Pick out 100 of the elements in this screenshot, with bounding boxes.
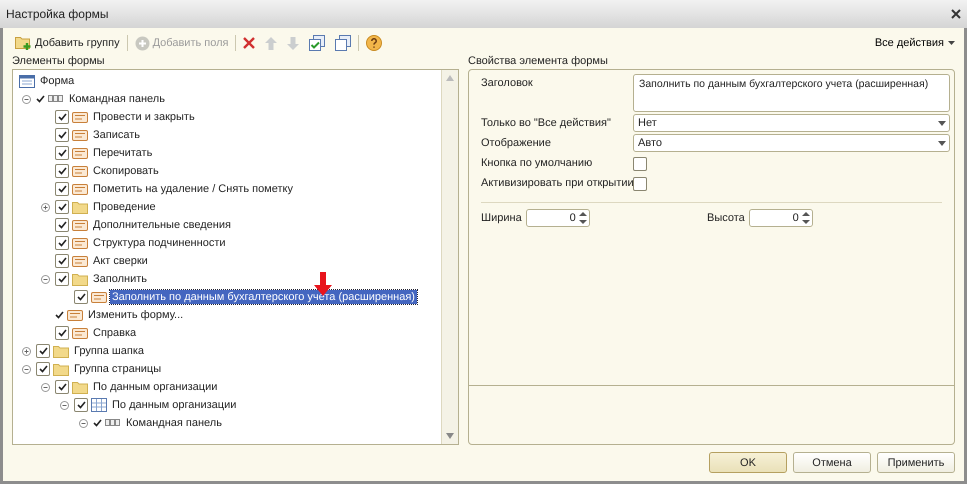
checkbox[interactable] (55, 380, 69, 394)
checkmark-icon (58, 113, 66, 121)
collapse-icon[interactable] (40, 274, 50, 284)
caret-icon (948, 41, 955, 45)
check-icon[interactable] (55, 311, 64, 319)
command-icon (72, 220, 88, 230)
check-icon[interactable] (36, 95, 45, 103)
dialog-button[interactable]: Применить (877, 452, 955, 473)
command-icon (72, 256, 88, 266)
collapse-icon[interactable] (22, 94, 30, 104)
checkbox[interactable] (36, 344, 50, 358)
folder-icon (72, 380, 88, 394)
checkbox[interactable] (55, 236, 69, 250)
checkbox[interactable] (55, 128, 69, 142)
checkmark-icon (58, 131, 66, 139)
title-field[interactable]: Заполнить по данным бухгалтерского учета (расширенная) (633, 74, 950, 112)
command-bar-icon (48, 95, 64, 103)
tree-item[interactable]: Акт сверки (91, 254, 150, 268)
property-label: Отображение (481, 136, 552, 149)
help-icon (366, 35, 382, 51)
tree-item[interactable]: Перечитать (91, 146, 154, 160)
tree-item[interactable]: Дополнительные сведения (91, 218, 233, 232)
checkbox[interactable] (633, 157, 647, 171)
command-icon (72, 328, 88, 338)
checkbox[interactable] (55, 164, 69, 178)
expand-icon[interactable] (22, 346, 30, 356)
collapse-icon[interactable] (60, 400, 68, 410)
checkmark-icon (58, 185, 66, 193)
tree-item[interactable]: Форма (38, 74, 76, 88)
checkmark-icon (58, 203, 66, 211)
spinner-icon[interactable] (802, 211, 810, 225)
close-icon[interactable] (951, 9, 961, 19)
table-icon (91, 398, 107, 412)
checkbox[interactable] (55, 182, 69, 196)
toolbar-button[interactable]: Добавить группу (12, 35, 123, 51)
collapse-icon[interactable] (40, 382, 50, 392)
pages-icon (335, 35, 352, 51)
command-icon (72, 166, 88, 176)
tree-item[interactable]: Провести и закрыть (91, 110, 197, 124)
checkbox[interactable] (55, 272, 69, 286)
tree-item[interactable]: Структура подчиненности (91, 236, 228, 250)
property-label: Активизировать при открытии (481, 176, 633, 189)
checkmark-icon (58, 149, 66, 157)
checkmark-icon (58, 383, 66, 391)
tree-item[interactable]: Заполнить по данным бухгалтерского учета (расширенная) (110, 290, 417, 304)
property-label: Заголовок (481, 76, 534, 89)
property-label: Высота (707, 212, 745, 224)
tree-item[interactable]: Изменить форму... (86, 308, 186, 322)
checkbox[interactable] (36, 362, 50, 376)
checkmark-icon (38, 365, 48, 373)
collapse-icon[interactable] (22, 364, 30, 374)
tree-item[interactable]: Группа страницы (72, 362, 164, 376)
expand-icon[interactable] (40, 202, 50, 212)
down-arrow-icon (287, 36, 300, 50)
checkbox[interactable] (55, 254, 69, 268)
checkbox[interactable] (55, 326, 69, 340)
checkbox[interactable] (633, 177, 647, 191)
checkbox[interactable] (55, 218, 69, 232)
folder-icon (53, 344, 69, 358)
dropdown-arrow-icon[interactable] (938, 120, 946, 126)
scrollbar[interactable] (441, 70, 458, 444)
check-icon[interactable] (93, 419, 102, 427)
property-label: Только во "Все действия" (481, 116, 612, 129)
dropdown-field[interactable]: Авто (633, 134, 950, 152)
property-label: Ширина (481, 212, 522, 224)
scroll-down-icon[interactable] (446, 433, 454, 439)
tree-item[interactable]: Проведение (91, 200, 158, 214)
tree-item[interactable]: Командная панель (124, 416, 224, 430)
delete-icon (243, 37, 256, 49)
number-field[interactable]: 0 (748, 209, 813, 227)
panel-caption: Свойства элемента формы (468, 54, 609, 69)
dialog-button[interactable]: OK (709, 452, 787, 473)
command-icon (72, 184, 88, 194)
tree-item[interactable]: Командная панель (67, 92, 167, 106)
checkmark-icon (76, 401, 86, 409)
collapse-icon[interactable] (78, 418, 88, 428)
checkmark-icon (58, 239, 66, 247)
tree-item[interactable]: Справка (91, 326, 138, 340)
checkbox[interactable] (55, 110, 69, 124)
checkbox[interactable] (55, 146, 69, 160)
tree-item[interactable]: Скопировать (91, 164, 161, 178)
panel-caption: Элементы формы (12, 54, 106, 69)
dropdown-field[interactable]: Нет (633, 114, 950, 132)
spinner-icon[interactable] (578, 211, 587, 225)
tree-item[interactable]: По данным организации (91, 380, 220, 394)
tree-item[interactable]: Пометить на удаление / Снять пометку (91, 182, 295, 196)
checkbox[interactable] (74, 290, 88, 304)
all-actions-menu[interactable]: Все действия (874, 37, 955, 49)
down-arrow-icon (314, 272, 332, 296)
checked-pages-icon (309, 35, 326, 51)
dropdown-arrow-icon[interactable] (938, 140, 946, 146)
checkbox[interactable] (74, 398, 88, 412)
number-field[interactable]: 0 (526, 209, 590, 227)
property-label: Кнопка по умолчанию (481, 156, 594, 169)
tree-item[interactable]: Записать (91, 128, 142, 142)
tree-item[interactable]: По данным организации (110, 398, 238, 412)
checkbox[interactable] (55, 200, 69, 214)
tree-item[interactable]: Заполнить (91, 272, 150, 286)
dialog-button[interactable]: Отмена (793, 452, 871, 473)
tree-item[interactable]: Группа шапка (72, 344, 146, 358)
